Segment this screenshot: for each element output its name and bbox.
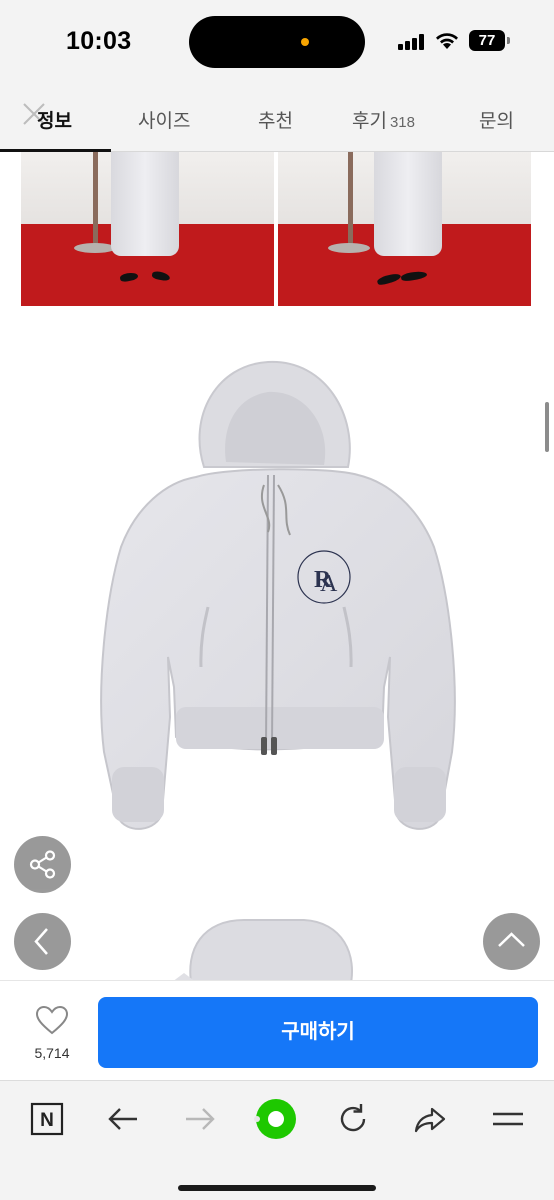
green-dot-icon <box>254 1099 296 1139</box>
cellular-signal-icon <box>398 34 426 50</box>
svg-text:N: N <box>40 1110 54 1131</box>
menu-icon <box>493 1112 523 1126</box>
scrollbar-thumb[interactable] <box>545 402 549 452</box>
hoodie-product-image-2 <box>174 919 353 980</box>
back-arrow-icon <box>108 1108 137 1130</box>
product-detail-content[interactable]: R A <box>0 152 554 980</box>
dynamic-island <box>189 16 365 68</box>
tab-inquiry[interactable]: 문의 <box>479 106 514 133</box>
recording-indicator-icon <box>301 38 309 46</box>
model-photo-left <box>21 152 274 306</box>
tab-info[interactable]: 정보 <box>37 106 72 133</box>
model-photo-right <box>278 152 531 306</box>
reload-button[interactable] <box>333 1099 373 1139</box>
buy-button[interactable]: 구매하기 <box>98 997 538 1068</box>
naver-green-button[interactable] <box>252 1095 300 1143</box>
share-icon <box>29 850 56 879</box>
screen: 10:03 77 정보 사이즈 추천 후기 318 문의 R A 5,714 구… <box>0 0 554 1200</box>
reload-icon <box>340 1104 366 1132</box>
home-indicator[interactable] <box>178 1185 376 1191</box>
forward-button[interactable] <box>180 1099 220 1139</box>
like-button[interactable]: 5,714 <box>22 1005 82 1065</box>
browser-toolbar: N <box>0 1080 554 1200</box>
chevron-left-icon <box>34 928 48 955</box>
battery-icon: 77 <box>469 30 510 51</box>
scroll-top-button[interactable] <box>483 913 540 970</box>
naver-n-icon: N <box>30 1102 64 1136</box>
menu-button[interactable] <box>488 1099 528 1139</box>
wifi-icon <box>436 33 458 49</box>
tab-recommend[interactable]: 추천 <box>258 106 293 133</box>
share-button[interactable] <box>14 836 71 893</box>
status-bar: 10:03 77 <box>0 0 554 84</box>
product-tab-bar: 정보 사이즈 추천 후기 318 문의 <box>0 84 554 152</box>
share-page-button[interactable] <box>410 1099 450 1139</box>
forward-arrow-icon <box>186 1108 215 1130</box>
like-count: 5,714 <box>34 1045 70 1061</box>
back-button[interactable] <box>103 1099 143 1139</box>
naver-n-button[interactable]: N <box>27 1099 67 1139</box>
tab-size[interactable]: 사이즈 <box>138 106 190 133</box>
hoodie-product-image: R A <box>100 360 456 830</box>
review-count: 318 <box>389 114 415 131</box>
previous-button[interactable] <box>14 913 71 970</box>
tab-reviews[interactable]: 후기 318 <box>352 106 415 133</box>
svg-text:A: A <box>320 571 338 597</box>
heart-icon <box>35 1005 69 1035</box>
status-time: 10:03 <box>66 27 132 55</box>
share-arrow-icon <box>414 1107 446 1133</box>
chevron-up-icon <box>498 932 525 947</box>
purchase-bar: 5,714 구매하기 <box>0 980 554 1080</box>
